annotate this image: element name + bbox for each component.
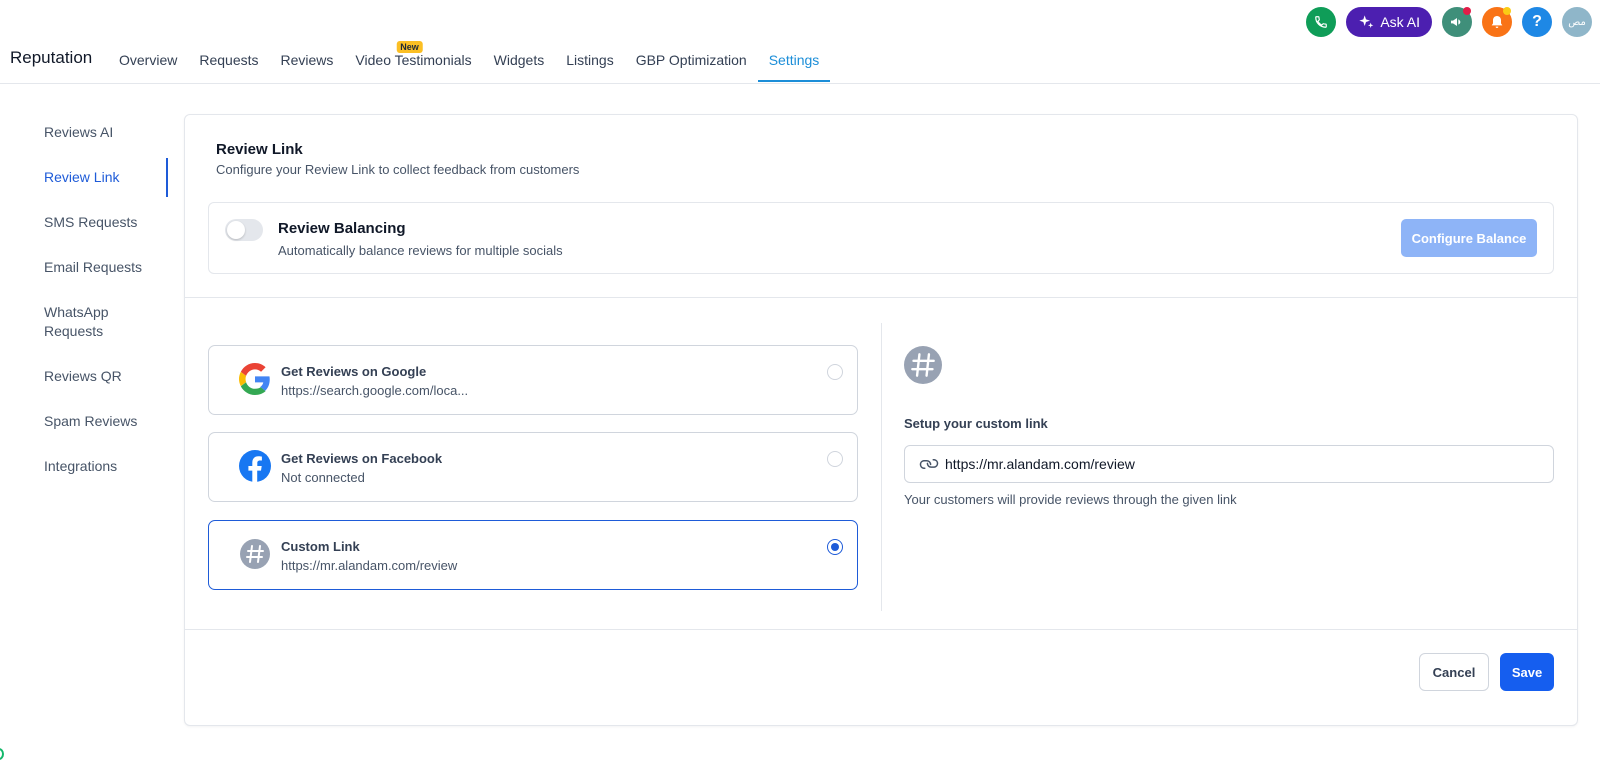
cancel-button[interactable]: Cancel xyxy=(1419,653,1489,691)
new-badge: New xyxy=(396,41,423,53)
nav-overview[interactable]: Overview xyxy=(108,36,188,84)
option-subtitle: Not connected xyxy=(281,470,365,485)
option-radio[interactable] xyxy=(827,539,843,555)
option-title: Get Reviews on Google xyxy=(281,364,427,379)
page-title: Review Link xyxy=(216,141,303,158)
review-balancing-toggle[interactable] xyxy=(225,219,263,241)
hash-icon xyxy=(904,346,942,384)
nav-label: Settings xyxy=(768,52,820,68)
review-balancing-panel: Review Balancing Automatically balance r… xyxy=(208,202,1554,274)
sidebar-item-label: Integrations xyxy=(44,458,118,474)
top-header: Reputation Overview Requests Reviews Vid… xyxy=(0,0,1600,84)
nav-settings[interactable]: Settings xyxy=(757,36,831,84)
link-icon xyxy=(919,458,939,469)
hash-icon xyxy=(240,539,270,569)
sidebar-item-label: Reviews QR xyxy=(44,368,122,384)
save-button[interactable]: Save xyxy=(1500,653,1554,691)
option-title: Custom Link xyxy=(281,539,360,554)
nav-reviews[interactable]: Reviews xyxy=(270,36,345,84)
sidebar-item-whatsapp-requests[interactable]: WhatsApp Requests xyxy=(0,303,130,341)
help-button[interactable]: ? xyxy=(1522,7,1552,37)
phone-button[interactable] xyxy=(1306,7,1337,37)
configure-balance-button[interactable]: Configure Balance xyxy=(1401,219,1537,257)
notification-dot xyxy=(1463,7,1471,15)
avatar[interactable]: مص xyxy=(1562,7,1592,37)
main-nav: Overview Requests Reviews Video Testimon… xyxy=(108,36,830,84)
nav-listings[interactable]: Listings xyxy=(555,36,624,84)
divider xyxy=(881,323,882,611)
help-icon: ? xyxy=(1532,13,1542,30)
avatar-initials: مص xyxy=(1568,16,1586,28)
review-link-card: Review Link Configure your Review Link t… xyxy=(184,114,1578,726)
facebook-icon xyxy=(239,450,271,482)
nav-label: Listings xyxy=(566,52,614,68)
nav-gbp-optimization[interactable]: GBP Optimization xyxy=(625,36,758,84)
sidebar-item-label: WhatsApp Requests xyxy=(44,304,109,339)
sidebar-item-sms-requests[interactable]: SMS Requests xyxy=(0,213,168,232)
google-icon xyxy=(239,363,270,395)
custom-link-help: Your customers will provide reviews thro… xyxy=(904,492,1237,507)
sidebar-item-review-link[interactable]: Review Link xyxy=(0,158,168,197)
nav-label: Reviews xyxy=(280,52,334,68)
option-subtitle: https://search.google.com/loca... xyxy=(281,383,469,398)
custom-link-label: Setup your custom link xyxy=(904,416,1048,431)
sparkle-icon xyxy=(1359,15,1374,28)
sidebar-item-label: Email Requests xyxy=(44,259,143,275)
review-balancing-subtitle: Automatically balance reviews for multip… xyxy=(278,243,563,258)
settings-sidebar: Reviews AI Review Link SMS Requests Emai… xyxy=(0,108,168,476)
nav-label: Overview xyxy=(119,52,178,68)
page-subtitle: Configure your Review Link to collect fe… xyxy=(216,162,580,177)
sidebar-item-label: Reviews AI xyxy=(44,124,114,140)
divider xyxy=(185,629,1577,630)
nav-label: Widgets xyxy=(493,52,545,68)
custom-link-input[interactable] xyxy=(945,456,1545,472)
status-indicator xyxy=(0,748,4,760)
sidebar-item-spam-reviews[interactable]: Spam Reviews xyxy=(0,412,168,431)
nav-requests[interactable]: Requests xyxy=(188,36,269,84)
nav-widgets[interactable]: Widgets xyxy=(483,36,556,84)
review-balancing-title: Review Balancing xyxy=(278,220,406,237)
option-radio[interactable] xyxy=(827,451,843,467)
sidebar-item-label: Review Link xyxy=(44,169,120,185)
option-title: Get Reviews on Facebook xyxy=(281,451,443,466)
announcements-button[interactable] xyxy=(1442,7,1472,37)
option-custom-link[interactable]: Custom Link https://mr.alandam.com/revie… xyxy=(208,520,858,590)
option-subtitle: https://mr.alandam.com/review xyxy=(281,558,458,573)
ask-ai-button[interactable]: Ask AI xyxy=(1346,7,1432,37)
sidebar-item-reviews-ai[interactable]: Reviews AI xyxy=(0,123,168,142)
option-google[interactable]: Get Reviews on Google https://search.goo… xyxy=(208,345,858,415)
notifications-button[interactable] xyxy=(1482,7,1512,37)
option-facebook[interactable]: Get Reviews on Facebook Not connected xyxy=(208,432,858,502)
header-actions: Ask AI ? مص xyxy=(1306,7,1600,37)
custom-link-field xyxy=(904,445,1554,483)
phone-icon xyxy=(1315,16,1328,28)
megaphone-icon xyxy=(1451,18,1461,26)
sidebar-item-label: SMS Requests xyxy=(44,214,138,230)
divider xyxy=(185,297,1577,298)
nav-label: Video Testimonials xyxy=(355,52,472,68)
sidebar-item-reviews-qr[interactable]: Reviews QR xyxy=(0,367,168,386)
notification-dot xyxy=(1503,7,1511,15)
app-title: Reputation xyxy=(10,48,93,67)
nav-video-testimonials[interactable]: Video Testimonials New xyxy=(344,36,482,84)
bell-icon xyxy=(1491,16,1503,28)
nav-label: Requests xyxy=(199,52,259,68)
sidebar-item-integrations[interactable]: Integrations xyxy=(0,457,168,476)
sidebar-item-label: Spam Reviews xyxy=(44,413,138,429)
nav-label: GBP Optimization xyxy=(635,52,747,68)
option-radio[interactable] xyxy=(827,364,843,380)
sidebar-item-email-requests[interactable]: Email Requests xyxy=(0,258,168,277)
ask-ai-label: Ask AI xyxy=(1380,14,1420,30)
